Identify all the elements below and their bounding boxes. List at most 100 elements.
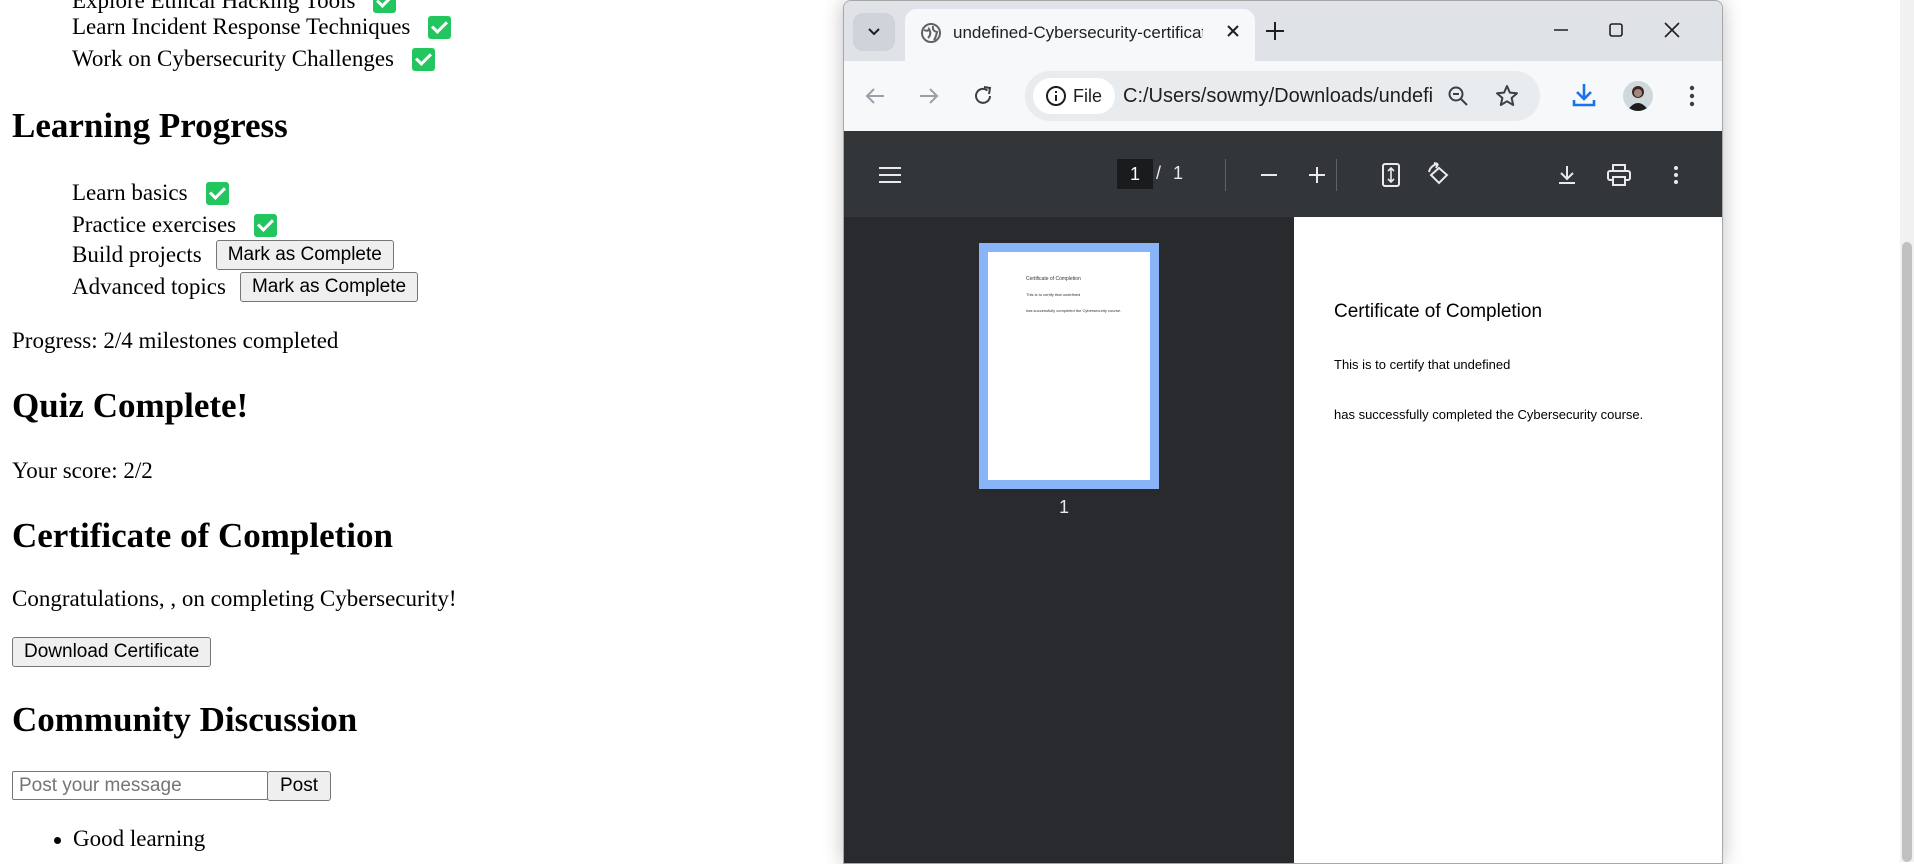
minimize-icon [1554,29,1568,31]
message-input[interactable] [12,771,268,800]
certificate-line: has successfully completed the Cybersecu… [1334,407,1644,422]
new-tab-icon[interactable] [1264,20,1286,42]
forward-button[interactable] [916,83,942,109]
zoom-icon[interactable] [1447,85,1469,107]
maximize-button[interactable] [1601,15,1631,45]
checkmark-icon [412,47,435,71]
reload-icon [975,86,992,104]
milestone-label: Advanced topics [72,274,226,299]
list-item-label: Explore Ethical Hacking Tools [72,0,356,13]
profile-avatar[interactable] [1623,81,1653,111]
chevron-down-icon [868,28,880,36]
milestone-item: Build projects Mark as Complete [72,240,394,270]
checkmark-icon [373,0,397,13]
printer-icon [1607,164,1631,186]
star-icon[interactable] [1495,84,1519,108]
thumbnail-title: Certificate of Completion [1026,276,1081,282]
scrollbar-thumb[interactable] [1902,242,1912,862]
toolbar-divider [1336,159,1337,191]
back-button[interactable] [862,83,888,109]
download-icon [1559,166,1575,184]
avatar-icon [1627,86,1649,111]
total-pages: 1 [1173,163,1184,183]
fit-to-page-icon [1382,163,1400,187]
reload-button[interactable] [970,83,996,109]
tab-title: undefined-Cybersecurity-certificate.pdf [953,23,1203,42]
pdf-viewer: Certificate of Completion This is to cer… [844,217,1722,863]
browser-tab[interactable]: undefined-Cybersecurity-certificate.pdf [905,9,1255,61]
milestone-item: Practice exercises [72,212,278,238]
close-icon [1664,22,1680,38]
list-item-label: Learn Incident Response Techniques [72,14,411,39]
zoom-out-button[interactable] [1255,161,1283,189]
thumbnail-line: has successfully completed the Cybersecu… [1026,308,1122,313]
thumbnail-number: 1 [1059,497,1070,517]
page-count: /1 [1156,163,1183,184]
back-arrow-icon [865,88,884,104]
forward-arrow-icon [920,88,939,104]
site-info-label: File [1073,85,1103,106]
thumbnail-line: This is to certify that undefined [1026,292,1081,297]
download-certificate-button[interactable]: Download Certificate [12,637,212,667]
pdf-toolbar: 1 /1 [844,131,1722,217]
print-button[interactable] [1605,161,1633,189]
checkmark-icon [205,181,229,205]
more-vertical-icon [1674,166,1678,184]
page-separator: / [1156,163,1162,183]
tab-search-button[interactable] [853,13,895,51]
certificate-message: Congratulations, , on completing Cyberse… [12,586,457,611]
page-number-input[interactable]: 1 [1117,159,1153,189]
site-info-chip[interactable]: File [1033,78,1115,114]
tab-strip: undefined-Cybersecurity-certificate.pdf [844,1,1722,61]
minimize-button[interactable] [1546,15,1576,45]
certificate-line: This is to certify that undefined [1334,357,1511,372]
rotate-icon [1428,162,1449,185]
checkmark-icon [254,213,278,237]
certificate-heading: Certificate of Completion [12,516,393,555]
quiz-heading: Quiz Complete! [12,386,249,425]
mark-complete-button[interactable]: Mark as Complete [215,240,394,270]
hamburger-menu-icon [879,167,901,183]
pdf-more-options[interactable] [1662,161,1690,189]
progress-text: Progress: 2/4 milestones completed [12,328,339,353]
address-bar[interactable]: File C:/Users/sowmy/Downloads/undefined-… [1025,71,1540,121]
url-text: C:/Users/sowmy/Downloads/undefined-Cyber… [1123,85,1433,107]
browser-toolbar: File C:/Users/sowmy/Downloads/undefined-… [844,61,1722,131]
certificate-title: Certificate of Completion [1334,301,1543,322]
fit-page-button[interactable] [1377,161,1405,189]
milestone-label: Practice exercises [72,212,237,237]
list-item-label: Work on Cybersecurity Challenges [72,46,394,71]
rotate-button[interactable] [1425,161,1453,189]
info-icon [1046,86,1066,106]
page-scrollbar[interactable] [1900,0,1914,862]
bullet-icon [54,837,61,845]
learning-progress-heading: Learning Progress [12,106,288,145]
list-item: Work on Cybersecurity Challenges [72,46,435,72]
list-item: Explore Ethical Hacking Tools [72,0,397,14]
browser-menu-icon[interactable] [1689,85,1695,107]
downloads-icon[interactable] [1570,81,1598,109]
pdf-download-button[interactable] [1553,161,1581,189]
quiz-score: Your score: 2/2 [12,458,153,483]
pdf-sidebar-toggle[interactable] [876,161,904,189]
plus-icon [1309,167,1325,183]
close-window-button[interactable] [1657,15,1687,45]
milestone-label: Learn basics [72,180,188,205]
milestone-label: Build projects [72,242,202,267]
mark-complete-button[interactable]: Mark as Complete [239,272,419,302]
checkmark-icon [428,15,452,39]
message-list-item: Good learning [54,826,205,852]
post-button[interactable]: Post [267,771,332,801]
pdf-page: Certificate of Completion This is to cer… [1294,217,1722,863]
milestone-item: Advanced topics Mark as Complete [72,272,419,302]
page-thumbnail[interactable]: Certificate of Completion This is to cer… [979,243,1159,489]
list-item: Learn Incident Response Techniques [72,14,452,40]
close-tab-icon[interactable] [1225,23,1241,39]
community-heading: Community Discussion [12,700,358,739]
message-text: Good learning [73,826,206,851]
globe-icon [921,23,941,43]
minus-icon [1261,174,1277,176]
zoom-in-button[interactable] [1303,161,1331,189]
milestone-item: Learn basics [72,180,229,206]
maximize-icon [1609,23,1623,37]
